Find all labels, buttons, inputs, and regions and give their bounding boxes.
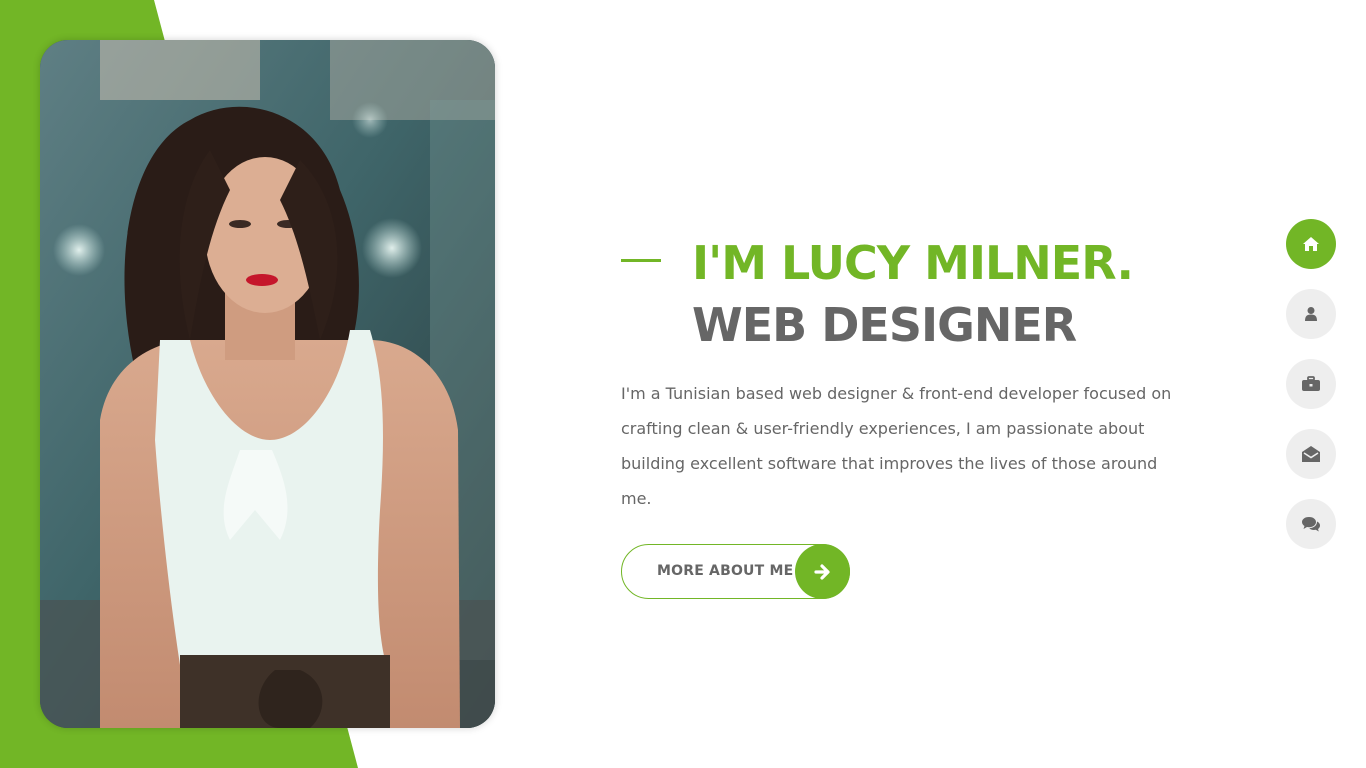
nav-item-portfolio[interactable] xyxy=(1286,359,1336,409)
hero-name: I'M LUCY MILNER. xyxy=(692,236,1134,290)
hero-intro: I'm a Tunisian based web designer & fron… xyxy=(621,384,1172,508)
nav-item-about[interactable] xyxy=(1286,289,1336,339)
envelope-open-icon xyxy=(1302,446,1320,462)
more-about-me-button[interactable]: MORE ABOUT ME xyxy=(621,544,850,599)
hero-content: I'M LUCY MILNER. WEB DESIGNER I'm a Tuni… xyxy=(621,232,1221,603)
hero-title: I'M LUCY MILNER. WEB DESIGNER xyxy=(692,232,1221,356)
more-about-me-label: MORE ABOUT ME xyxy=(657,563,794,579)
user-icon xyxy=(1305,307,1317,321)
hero-role: WEB DESIGNER xyxy=(692,298,1077,352)
arrow-right-icon xyxy=(795,544,850,599)
home-icon xyxy=(1303,237,1319,251)
nav-item-blog[interactable] xyxy=(1286,499,1336,549)
title-accent-line xyxy=(621,259,661,262)
side-navigation xyxy=(1286,219,1336,569)
briefcase-icon xyxy=(1302,376,1320,391)
comments-icon xyxy=(1302,517,1320,532)
nav-item-contact[interactable] xyxy=(1286,429,1336,479)
profile-photo xyxy=(40,40,495,728)
nav-item-home[interactable] xyxy=(1286,219,1336,269)
